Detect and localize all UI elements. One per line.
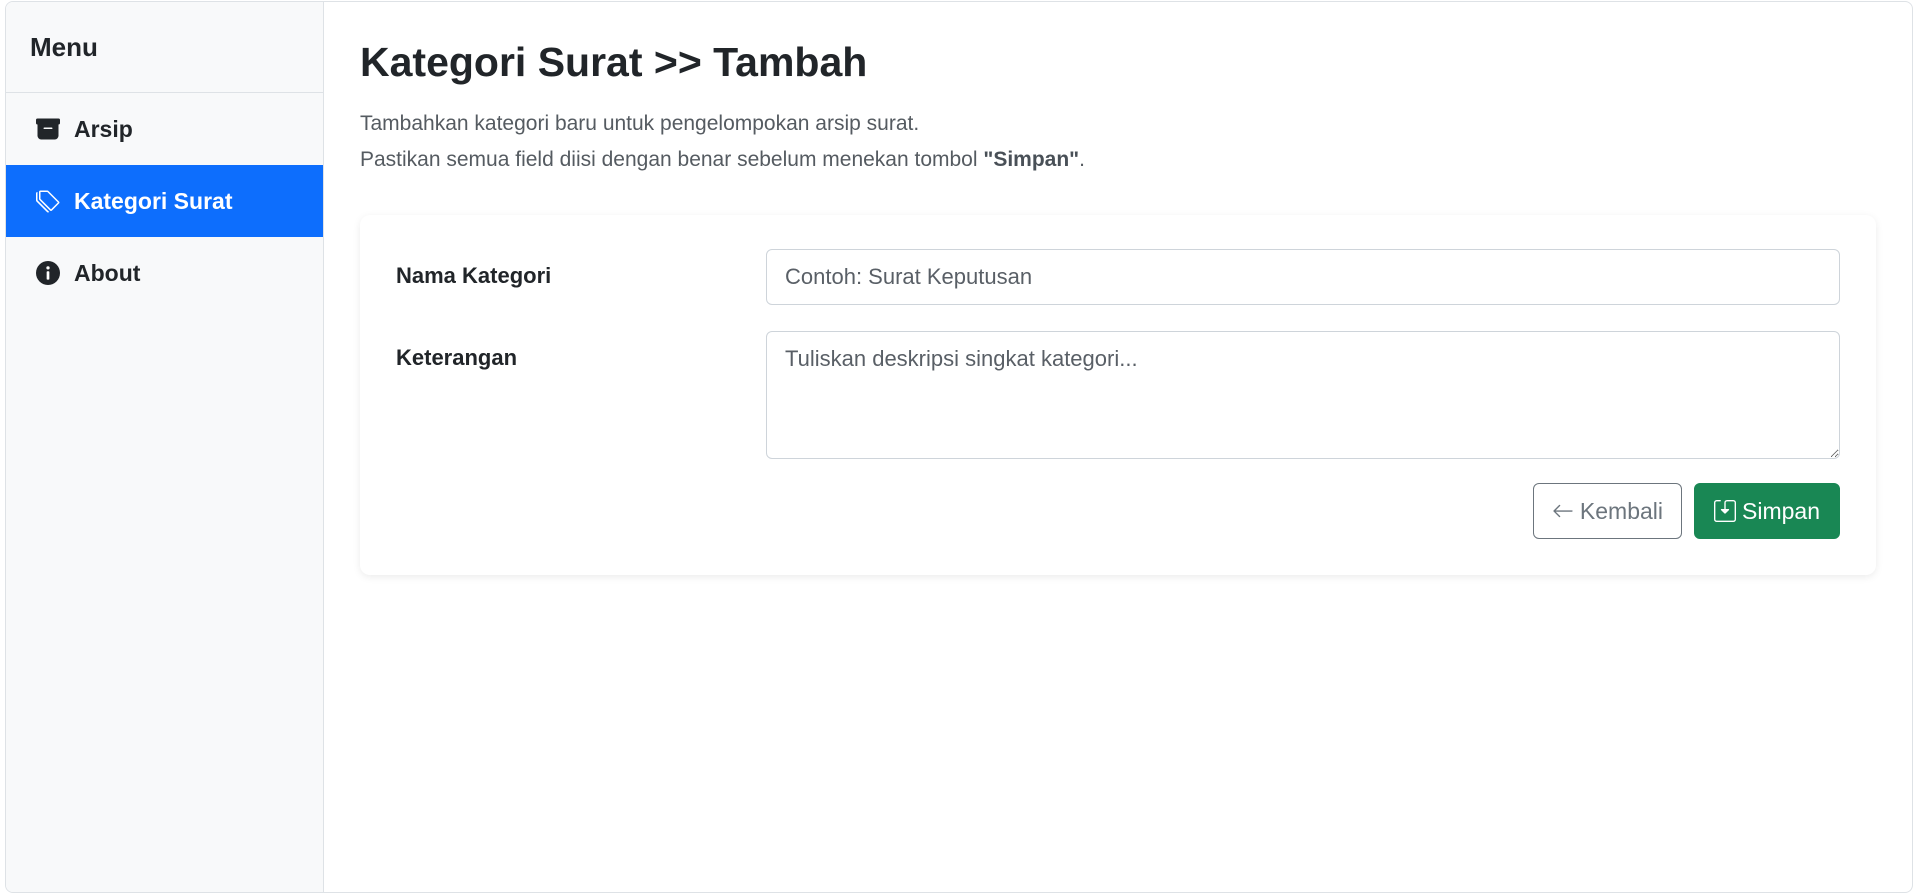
keterangan-textarea[interactable] (766, 331, 1840, 459)
archive-icon (36, 117, 60, 141)
form-row-keterangan: Keterangan (396, 331, 1840, 459)
tags-icon (36, 189, 60, 213)
nama-kategori-input[interactable] (766, 249, 1840, 305)
sidebar-item-label: About (74, 259, 141, 286)
save-download-icon (1714, 500, 1737, 522)
sidebar-item-label: Arsip (74, 115, 133, 142)
page-title: Kategori Surat >> Tambah (360, 39, 868, 85)
description-suffix: . (1079, 148, 1085, 171)
back-button[interactable]: Kembali (1532, 483, 1683, 539)
page-description-line2: Pastikan semua field diisi dengan benar … (360, 142, 1876, 178)
description-text: Pastikan semua field diisi dengan benar … (360, 148, 984, 171)
main-content: Kategori Surat >> Tambah Tambahkan kateg… (324, 2, 1912, 892)
nama-kategori-label: Nama Kategori (396, 263, 552, 288)
save-button[interactable]: Simpan (1694, 483, 1840, 539)
sidebar-item-arsip[interactable]: Arsip (6, 93, 323, 165)
sidebar-item-kategori-surat[interactable]: Kategori Surat (6, 165, 323, 237)
back-button-label: Kembali (1579, 497, 1664, 524)
app-window: Menu Arsip Kategori Surat About Kategori… (5, 1, 1913, 893)
description-emphasis: "Simpan" (983, 148, 1080, 171)
form-actions: Kembali Simpan (396, 483, 1840, 539)
page-description-line1: Tambahkan kategori baru untuk pengelompo… (360, 112, 920, 135)
sidebar: Menu Arsip Kategori Surat About (6, 2, 324, 892)
arrow-left-icon (1552, 500, 1574, 522)
info-circle-icon (36, 261, 60, 285)
sidebar-item-label: Kategori Surat (74, 187, 233, 214)
keterangan-label: Keterangan (396, 345, 518, 370)
form-row-nama: Nama Kategori (396, 249, 1840, 305)
sidebar-title: Menu (6, 2, 323, 93)
save-button-label: Simpan (1742, 497, 1820, 524)
form-card: Nama Kategori Keterangan Kembali (360, 215, 1876, 575)
sidebar-item-about[interactable]: About (6, 237, 323, 309)
